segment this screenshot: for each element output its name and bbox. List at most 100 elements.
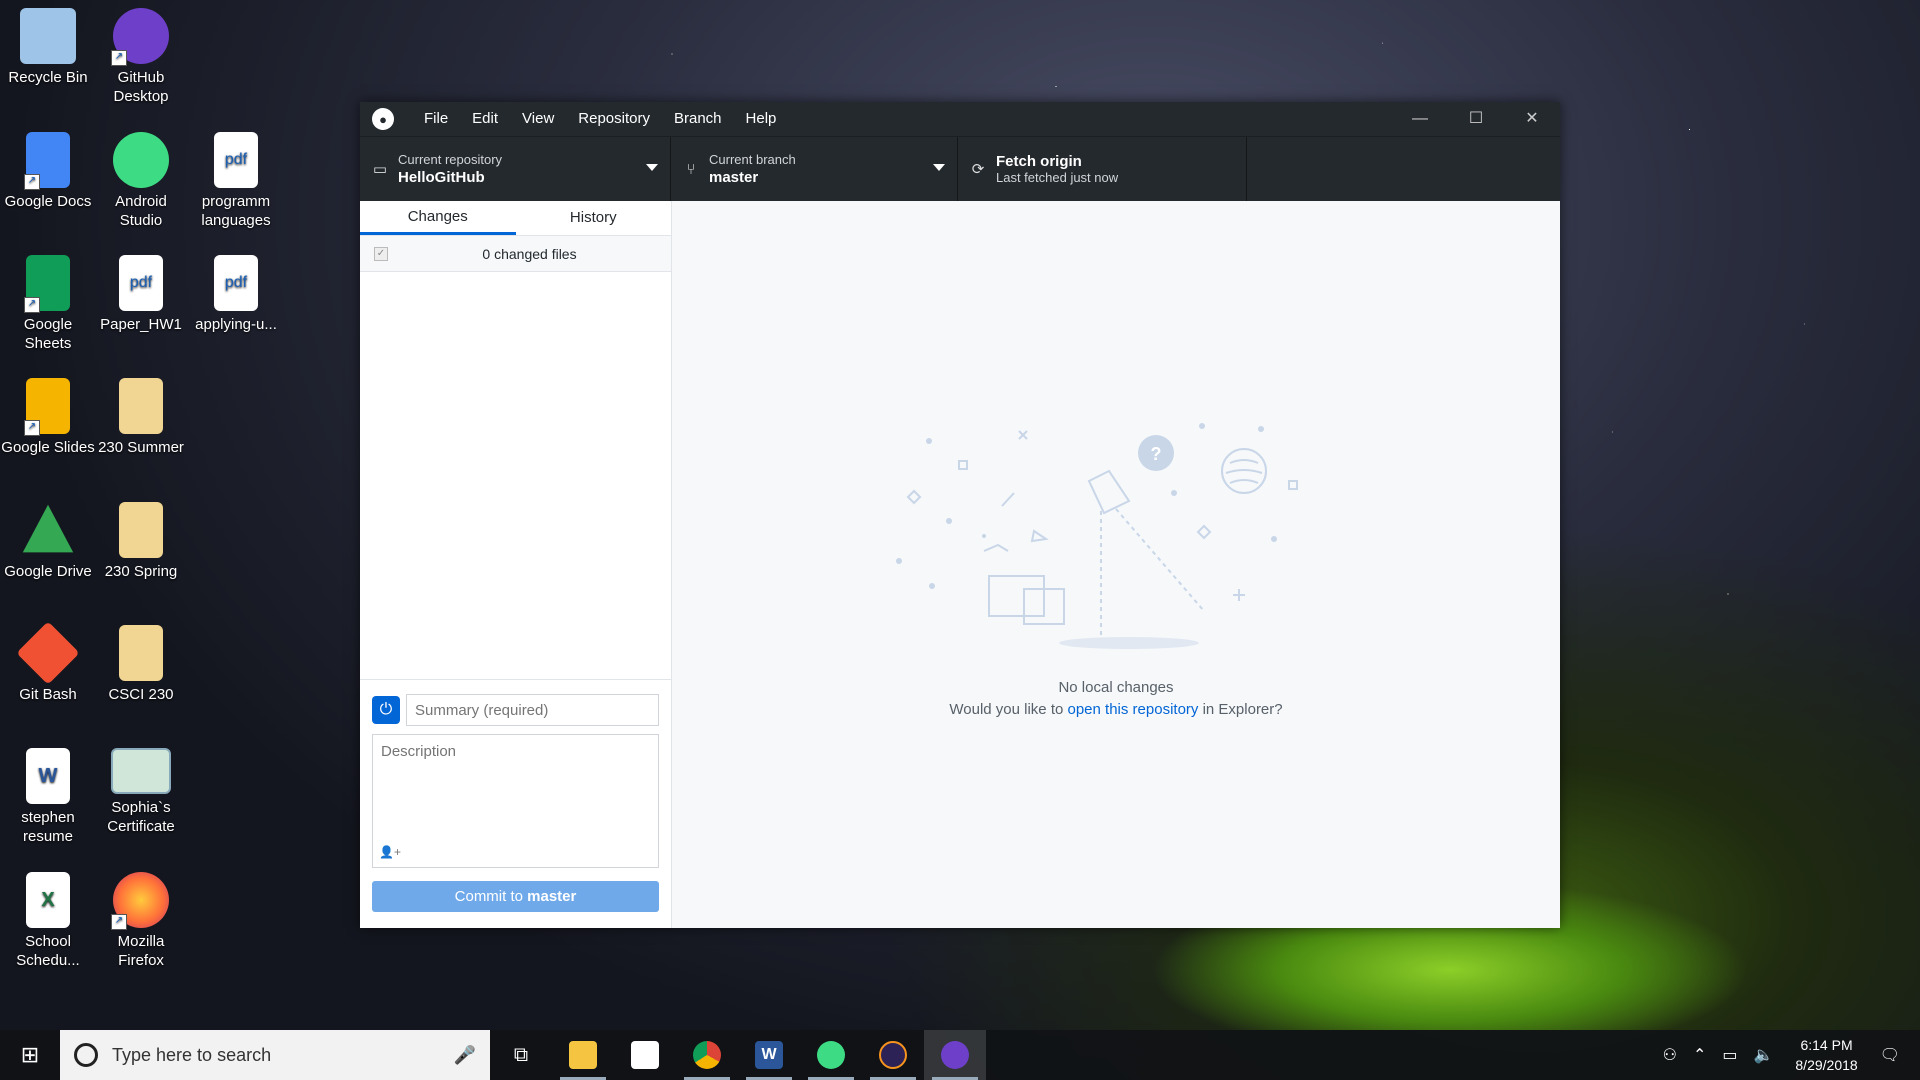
menu-file[interactable]: File	[412, 102, 460, 136]
taskbar-android-studio[interactable]	[800, 1030, 862, 1080]
tab-history[interactable]: History	[516, 201, 672, 235]
repository-icon: ▭	[372, 161, 388, 178]
select-all-checkbox[interactable]: ✓	[374, 246, 388, 261]
task-view-button[interactable]: ⧉	[490, 1030, 552, 1080]
open-repository-link[interactable]: open this repository	[1068, 701, 1199, 718]
word-icon: W	[755, 1041, 783, 1069]
current-repository-value: HelloGitHub	[398, 169, 485, 186]
chevron-up-icon[interactable]: ⌃	[1693, 1045, 1706, 1065]
menu-branch[interactable]: Branch	[662, 102, 734, 136]
desktop-icon-label: Google Docs	[4, 193, 92, 210]
desktop-icon-label: CSCI 230	[108, 686, 174, 703]
commit-panel: ⏻ 👤+ Commit to master	[360, 679, 671, 928]
close-button[interactable]: ✕	[1504, 102, 1560, 136]
volume-icon[interactable]: 🔈	[1753, 1045, 1773, 1065]
github-logo-icon: ●	[372, 108, 394, 130]
title-bar: ● File Edit View Repository Branch Help …	[360, 102, 1560, 136]
clock[interactable]: 6:14 PM 8/29/2018	[1795, 1035, 1857, 1075]
notification-center-icon[interactable]: 🗨	[1880, 1045, 1900, 1065]
clock-time: 6:14 PM	[1800, 1037, 1853, 1053]
folder-icon	[119, 625, 163, 681]
taskbar-microsoft-store[interactable]	[614, 1030, 676, 1080]
battery-icon[interactable]: ▭	[1722, 1045, 1737, 1065]
desktop-icon-csci-230[interactable]: CSCI 230	[93, 625, 189, 704]
menu-view[interactable]: View	[510, 102, 566, 136]
minimize-button[interactable]: —	[1392, 102, 1448, 136]
menu-edit[interactable]: Edit	[460, 102, 510, 136]
desktop-icon-paper-hw1[interactable]: pdf Paper_HW1	[93, 255, 189, 334]
google-docs-icon: ↗	[24, 132, 70, 190]
maximize-button[interactable]: ☐	[1448, 102, 1504, 136]
github-desktop-icon: ↗	[111, 8, 169, 66]
summary-input[interactable]	[406, 694, 659, 726]
fetch-origin-button[interactable]: ⟳ Fetch origin Last fetched just now	[958, 137, 1247, 201]
eclipse-icon	[879, 1041, 907, 1069]
desktop-icon-applying[interactable]: pdf applying-u...	[188, 255, 284, 334]
desktop-icon-git-bash[interactable]: Git Bash	[0, 621, 96, 704]
google-sheets-icon: ↗	[24, 255, 70, 313]
main-empty-state: ? No local changes Would you like to ope…	[672, 201, 1560, 928]
sync-icon: ⟳	[971, 161, 985, 178]
task-view-icon: ⧉	[513, 1043, 529, 1066]
desktop-icon-label: programm languages	[201, 193, 271, 229]
desktop-icon-label: Git Bash	[19, 686, 77, 703]
current-repository-dropdown[interactable]: ▭ Current repository HelloGitHub	[360, 137, 671, 201]
windows-start-button[interactable]: ⊞	[0, 1030, 60, 1080]
tab-changes[interactable]: Changes	[360, 201, 516, 235]
desktop-icon-google-drive[interactable]: Google Drive	[0, 502, 96, 581]
taskbar-word[interactable]: W	[738, 1030, 800, 1080]
people-icon[interactable]: ⚇	[1663, 1045, 1677, 1065]
desktop-icon-230-summer[interactable]: 230 Summer	[93, 378, 189, 457]
google-drive-icon	[22, 504, 74, 553]
desktop-icon-android-studio[interactable]: Android Studio	[93, 132, 189, 230]
desktop-icon-programm-languages[interactable]: pdf programm languages	[188, 132, 284, 230]
current-branch-label: Current branch	[709, 152, 796, 167]
taskbar-file-explorer[interactable]	[552, 1030, 614, 1080]
repo-toolbar: ▭ Current repository HelloGitHub ⑂ Curre…	[360, 136, 1560, 201]
description-textarea[interactable]	[373, 735, 658, 835]
desktop-icon-label: GitHub Desktop	[113, 69, 169, 105]
taskbar-eclipse[interactable]	[862, 1030, 924, 1080]
menu-repository[interactable]: Repository	[566, 102, 662, 136]
changed-files-count: 0 changed files	[482, 245, 577, 262]
add-coauthor-icon[interactable]: 👤+	[379, 845, 401, 859]
pdf-file-icon: pdf	[214, 255, 258, 311]
sidebar-tabs: Changes History	[360, 201, 671, 236]
excel-file-icon: X	[26, 872, 70, 928]
commit-button-branch: master	[527, 888, 577, 905]
search-placeholder: Type here to search	[112, 1044, 272, 1065]
desktop-icon-recycle-bin[interactable]: Recycle Bin	[0, 8, 96, 87]
last-fetched-text: Last fetched just now	[996, 170, 1119, 185]
empty-state-suffix: in Explorer?	[1198, 701, 1283, 718]
desktop-icon-label: Paper_HW1	[100, 316, 182, 333]
microphone-icon[interactable]: 🎤	[454, 1045, 476, 1066]
android-studio-icon	[113, 132, 169, 188]
desktop-icon-stephen-resume[interactable]: W stephen resume	[0, 748, 96, 846]
pdf-file-icon: pdf	[214, 132, 258, 188]
taskbar-github-desktop[interactable]	[924, 1030, 986, 1080]
desktop-icon-school-schedule[interactable]: X School Schedu...	[0, 872, 96, 970]
desktop-icon-sophias-certificate[interactable]: Sophia`s Certificate	[93, 748, 189, 836]
taskbar-chrome[interactable]	[676, 1030, 738, 1080]
desktop-icon-label: 230 Spring	[104, 563, 178, 580]
desktop-icon-google-slides[interactable]: ↗ Google Slides	[0, 378, 96, 457]
description-field[interactable]: 👤+	[372, 734, 659, 868]
desktop-icon-github-desktop[interactable]: ↗ GitHub Desktop	[93, 8, 189, 106]
file-explorer-icon	[569, 1041, 597, 1069]
svg-text:?: ?	[1151, 444, 1162, 464]
desktop-icon-label: Google Slides	[1, 439, 95, 456]
taskbar-search[interactable]: Type here to search 🎤	[60, 1030, 490, 1080]
no-local-changes-title: No local changes	[1058, 679, 1174, 696]
desktop-icon-label: School Schedu...	[16, 933, 80, 969]
desktop-icon-google-docs[interactable]: ↗ Google Docs	[0, 132, 96, 211]
desktop-icon-mozilla-firefox[interactable]: ↗ Mozilla Firefox	[93, 872, 189, 970]
fetch-origin-label: Fetch origin	[996, 153, 1082, 170]
current-branch-dropdown[interactable]: ⑂ Current branch master	[671, 137, 958, 201]
desktop-icon-230-spring[interactable]: 230 Spring	[93, 502, 189, 581]
github-desktop-window: ● File Edit View Repository Branch Help …	[360, 102, 1560, 928]
desktop-icon-label: Google Drive	[4, 563, 92, 580]
commit-button[interactable]: Commit to master	[372, 881, 659, 912]
github-desktop-icon	[941, 1041, 969, 1069]
desktop-icon-google-sheets[interactable]: ↗ Google Sheets	[0, 255, 96, 353]
menu-help[interactable]: Help	[734, 102, 789, 136]
